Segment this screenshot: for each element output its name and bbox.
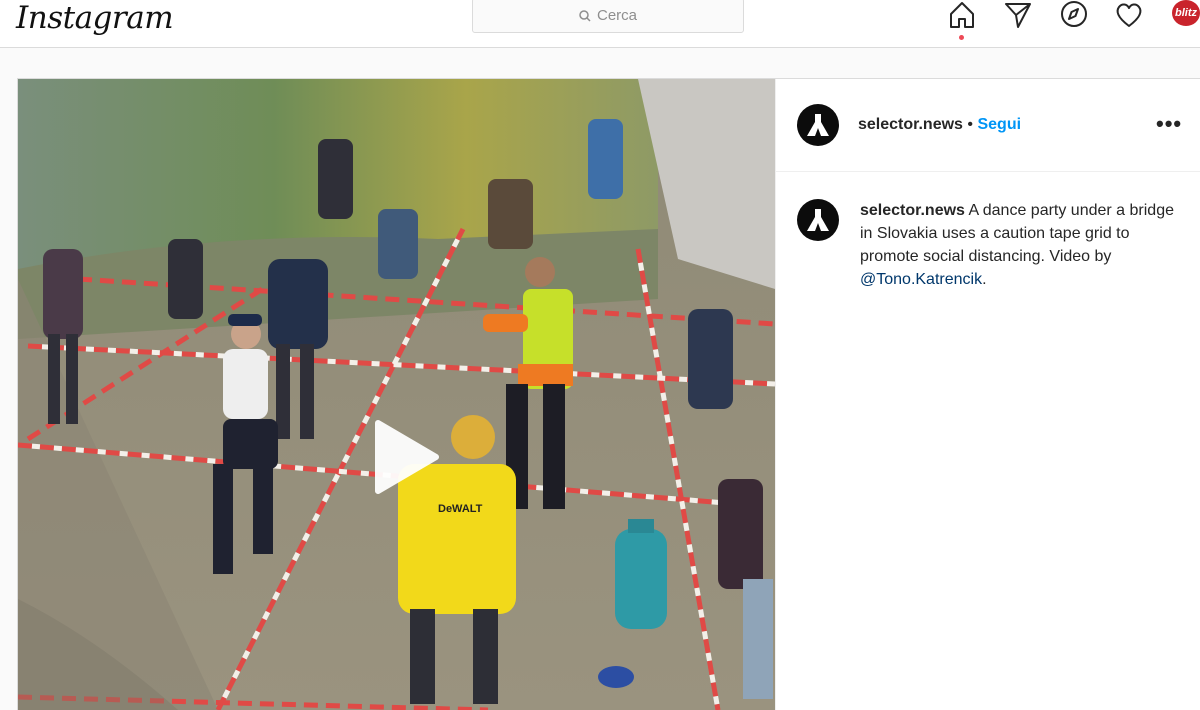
post-card: DeWALT selector.news • Segui ••• selecto… bbox=[17, 78, 1200, 710]
direct-icon[interactable] bbox=[1002, 0, 1034, 30]
caption-username[interactable]: selector.news bbox=[860, 202, 965, 219]
video-frame-illustration: DeWALT bbox=[18, 79, 775, 710]
explore-icon[interactable] bbox=[1058, 0, 1090, 30]
account-avatar[interactable] bbox=[797, 104, 839, 146]
post-video[interactable]: DeWALT bbox=[18, 79, 775, 710]
shirt-text: DeWALT bbox=[438, 503, 483, 515]
follow-button[interactable]: Segui bbox=[977, 116, 1021, 133]
activity-heart-icon[interactable] bbox=[1113, 0, 1145, 30]
play-icon bbox=[375, 420, 439, 494]
post-sidebar: selector.news • Segui ••• selector.news … bbox=[775, 79, 1200, 710]
search-icon bbox=[579, 9, 591, 22]
play-video-button[interactable] bbox=[356, 413, 444, 501]
profile-avatar[interactable]: blitz bbox=[1172, 0, 1200, 26]
search-placeholder: Cerca bbox=[596, 7, 637, 24]
caption-mention-link[interactable]: @Tono.Katrencik bbox=[860, 271, 982, 288]
caption-end: . bbox=[982, 271, 987, 288]
post-header-text: selector.news • Segui bbox=[858, 116, 1021, 134]
separator-dot: • bbox=[967, 116, 974, 133]
selector-logo-icon bbox=[807, 209, 829, 231]
home-icon[interactable] bbox=[946, 0, 978, 30]
caption-avatar[interactable] bbox=[797, 199, 839, 241]
top-navigation-bar: Instagram Cerca blitz bbox=[0, 0, 1200, 48]
home-notification-dot bbox=[959, 35, 964, 40]
search-input[interactable]: Cerca bbox=[472, 0, 744, 33]
instagram-logo[interactable]: Instagram bbox=[16, 0, 174, 36]
more-options-button[interactable]: ••• bbox=[1156, 111, 1182, 137]
selector-logo-icon bbox=[807, 114, 829, 136]
post-caption: selector.news A dance party under a brid… bbox=[860, 199, 1180, 291]
post-header: selector.news • Segui ••• bbox=[776, 79, 1200, 172]
post-username[interactable]: selector.news bbox=[858, 116, 963, 133]
